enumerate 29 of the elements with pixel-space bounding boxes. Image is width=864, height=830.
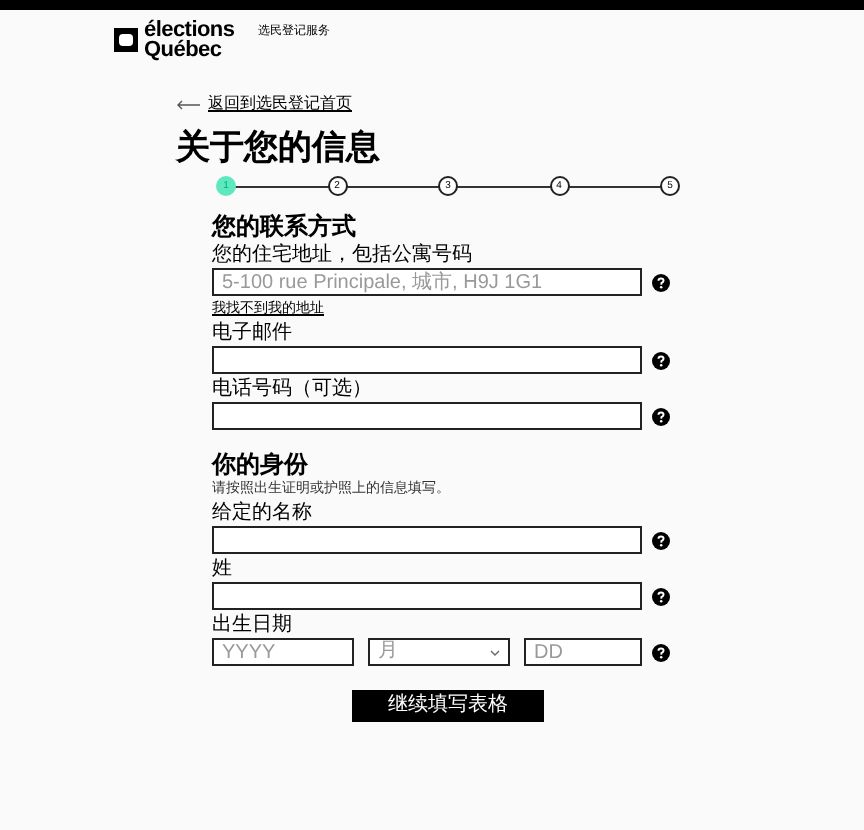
help-icon[interactable] xyxy=(652,407,670,425)
field-label: 电子邮件 xyxy=(212,322,294,346)
field-label: 姓 xyxy=(212,558,234,582)
input-field[interactable] xyxy=(212,526,642,554)
logo-icon xyxy=(114,28,138,52)
field-label: 出生日期 xyxy=(212,614,294,638)
help-icon[interactable] xyxy=(652,643,670,661)
help-icon[interactable] xyxy=(652,587,670,605)
help-icon[interactable] xyxy=(652,273,670,291)
chevron-icon xyxy=(490,649,500,655)
year-field[interactable]: YYYY xyxy=(212,638,354,666)
input-field[interactable] xyxy=(212,346,642,374)
input-field[interactable]: 5-100 rue Principale, 城市, H9J 1G1 xyxy=(212,268,642,296)
logo-text: Québec xyxy=(144,40,224,60)
submit-button[interactable]: 继续填写表格 xyxy=(352,690,544,722)
section-heading: 你的身份 xyxy=(212,450,310,478)
help-icon[interactable] xyxy=(652,531,670,549)
back-arrow-icon xyxy=(176,99,200,109)
input-field[interactable] xyxy=(212,402,642,430)
field-label: 电话号码（可选） xyxy=(212,378,374,402)
back-link[interactable]: 返回到选民登记首页 xyxy=(208,92,352,116)
day-field[interactable]: DD xyxy=(524,638,642,666)
input-field[interactable] xyxy=(212,582,642,610)
field-label: 给定的名称 xyxy=(212,502,314,526)
page-title: 关于您的信息 xyxy=(176,128,382,168)
help-icon[interactable] xyxy=(652,351,670,369)
field-label: 您的住宅地址，包括公寓号码 xyxy=(212,244,474,268)
logo-text: élections xyxy=(144,20,235,40)
section-heading: 您的联系方式 xyxy=(212,212,358,240)
